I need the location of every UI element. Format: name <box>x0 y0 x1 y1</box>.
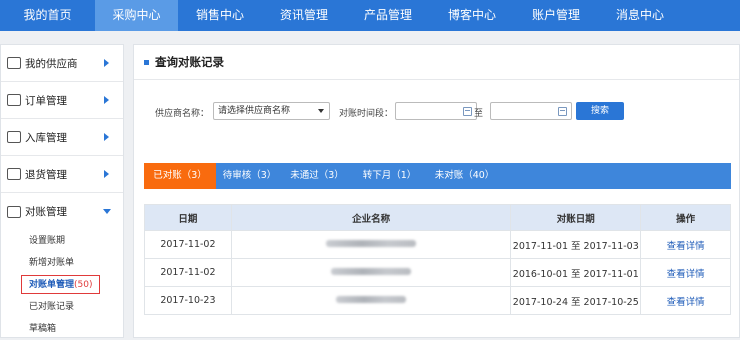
cell-range: 2016-10-01 至 2017-11-01 <box>510 258 642 287</box>
calendar-icon[interactable] <box>463 107 472 116</box>
filter-bar: 供应商名称： 请选择供应商名称 对账时间段： 至 搜索 <box>134 102 739 122</box>
column-header-date: 日期 <box>144 204 232 231</box>
nav-item-blog[interactable]: 博客中心 <box>430 0 514 31</box>
supplier-label: 供应商名称： <box>155 109 210 119</box>
chevron-right-icon <box>104 133 109 141</box>
chevron-right-icon <box>104 59 109 67</box>
view-details-link[interactable]: 查看详情 <box>640 258 731 287</box>
redacted-text <box>331 268 412 275</box>
sidebar-group-label: 订单管理 <box>25 94 67 107</box>
sidebar: 我的供应商 订单管理 入库管理 退货管理 对账管理 设置账期 新增对账单 对账单… <box>0 44 124 338</box>
to-label: 至 <box>474 109 484 119</box>
tab-unreconciled[interactable]: 未对账（40） <box>428 163 501 189</box>
redacted-text <box>336 296 407 303</box>
sidebar-group-label: 对账管理 <box>25 206 67 218</box>
reconcile-icon <box>7 205 21 218</box>
start-date-input[interactable] <box>395 102 477 120</box>
cell-company-redacted <box>230 230 512 259</box>
nav-item-account[interactable]: 账户管理 <box>514 0 598 31</box>
panel-header: 查询对账记录 <box>134 45 739 80</box>
sidebar-group-returns[interactable]: 退货管理 <box>1 156 123 193</box>
tab-next-month[interactable]: 转下月（1） <box>351 163 428 189</box>
top-nav: 我的首页 采购中心 销售中心 资讯管理 产品管理 博客中心 账户管理 消息中心 <box>0 0 740 31</box>
sidebar-group-inbound[interactable]: 入库管理 <box>1 119 123 156</box>
end-date-input[interactable] <box>490 102 572 120</box>
view-details-link[interactable]: 查看详情 <box>640 286 731 315</box>
table-row: 2017-11-02 2016-10-01 至 2017-11-01 查看详情 <box>144 258 731 287</box>
cell-date: 2017-11-02 <box>144 230 232 259</box>
cell-range: 2017-11-01 至 2017-11-03 <box>510 230 642 259</box>
records-table: 日期 企业名称 对账日期 操作 2017-11-02 2017-11-01 至 … <box>144 204 731 315</box>
search-button[interactable]: 搜索 <box>576 102 624 120</box>
caret-down-icon <box>318 109 324 113</box>
view-details-link[interactable]: 查看详情 <box>640 230 731 259</box>
nav-item-products[interactable]: 产品管理 <box>346 0 430 31</box>
cell-range: 2017-10-24 至 2017-10-25 <box>510 286 642 315</box>
tab-pending-review[interactable]: 待审核（3） <box>216 163 283 189</box>
sidebar-group-reconcile[interactable]: 对账管理 <box>1 193 123 230</box>
supplier-icon <box>7 57 21 69</box>
sidebar-item-reconciled[interactable]: 已对账记录 <box>1 296 123 318</box>
highlight-box <box>21 275 100 294</box>
status-tabs: 已对账（3） 待审核（3） 未通过（3） 转下月（1） 未对账（40） <box>144 163 731 189</box>
sidebar-group-orders[interactable]: 订单管理 <box>1 82 123 119</box>
order-icon <box>7 94 21 106</box>
page-title: 查询对账记录 <box>155 55 224 69</box>
redacted-text <box>326 240 417 247</box>
nav-item-messages[interactable]: 消息中心 <box>598 0 682 31</box>
nav-item-purchase[interactable]: 采购中心 <box>95 0 178 31</box>
tab-reconciled[interactable]: 已对账（3） <box>144 163 216 189</box>
sidebar-group-label: 我的供应商 <box>25 57 78 70</box>
sidebar-item-new-statement[interactable]: 新增对账单 <box>1 252 123 274</box>
tab-rejected[interactable]: 未通过（3） <box>283 163 351 189</box>
cell-date: 2017-11-02 <box>144 258 232 287</box>
sidebar-group-label: 退货管理 <box>25 168 67 181</box>
chevron-right-icon <box>104 96 109 104</box>
sidebar-item-set-period[interactable]: 设置账期 <box>1 230 123 252</box>
column-header-company: 企业名称 <box>230 204 512 231</box>
supplier-select[interactable]: 请选择供应商名称 <box>213 102 330 120</box>
table-header-row: 日期 企业名称 对账日期 操作 <box>144 204 731 231</box>
column-header-action: 操作 <box>640 204 731 231</box>
sidebar-group-suppliers[interactable]: 我的供应商 <box>1 45 123 82</box>
title-marker <box>144 59 149 65</box>
column-header-range: 对账日期 <box>510 204 642 231</box>
return-icon <box>7 168 21 180</box>
sidebar-group-label: 入库管理 <box>25 131 67 144</box>
nav-item-news[interactable]: 资讯管理 <box>262 0 346 31</box>
cell-company-redacted <box>230 286 512 315</box>
nav-item-sales[interactable]: 销售中心 <box>178 0 262 31</box>
chevron-right-icon <box>104 170 109 178</box>
nav-item-home[interactable]: 我的首页 <box>0 0 95 31</box>
supplier-select-value: 请选择供应商名称 <box>218 106 291 116</box>
period-label: 对账时间段： <box>339 109 394 119</box>
main-panel: 查询对账记录 供应商名称： 请选择供应商名称 对账时间段： 至 搜索 已对账（3… <box>133 44 740 338</box>
sidebar-item-drafts[interactable]: 草稿箱 <box>1 318 123 340</box>
table-row: 2017-10-23 2017-10-24 至 2017-10-25 查看详情 <box>144 286 731 315</box>
calendar-icon[interactable] <box>558 107 567 116</box>
cell-company-redacted <box>230 258 512 287</box>
inbound-icon <box>7 131 21 143</box>
sidebar-item-statement-manage[interactable]: 对账单管理(50) <box>1 274 123 296</box>
chevron-down-icon <box>103 209 111 214</box>
table-row: 2017-11-02 2017-11-01 至 2017-11-03 查看详情 <box>144 230 731 259</box>
cell-date: 2017-10-23 <box>144 286 232 315</box>
